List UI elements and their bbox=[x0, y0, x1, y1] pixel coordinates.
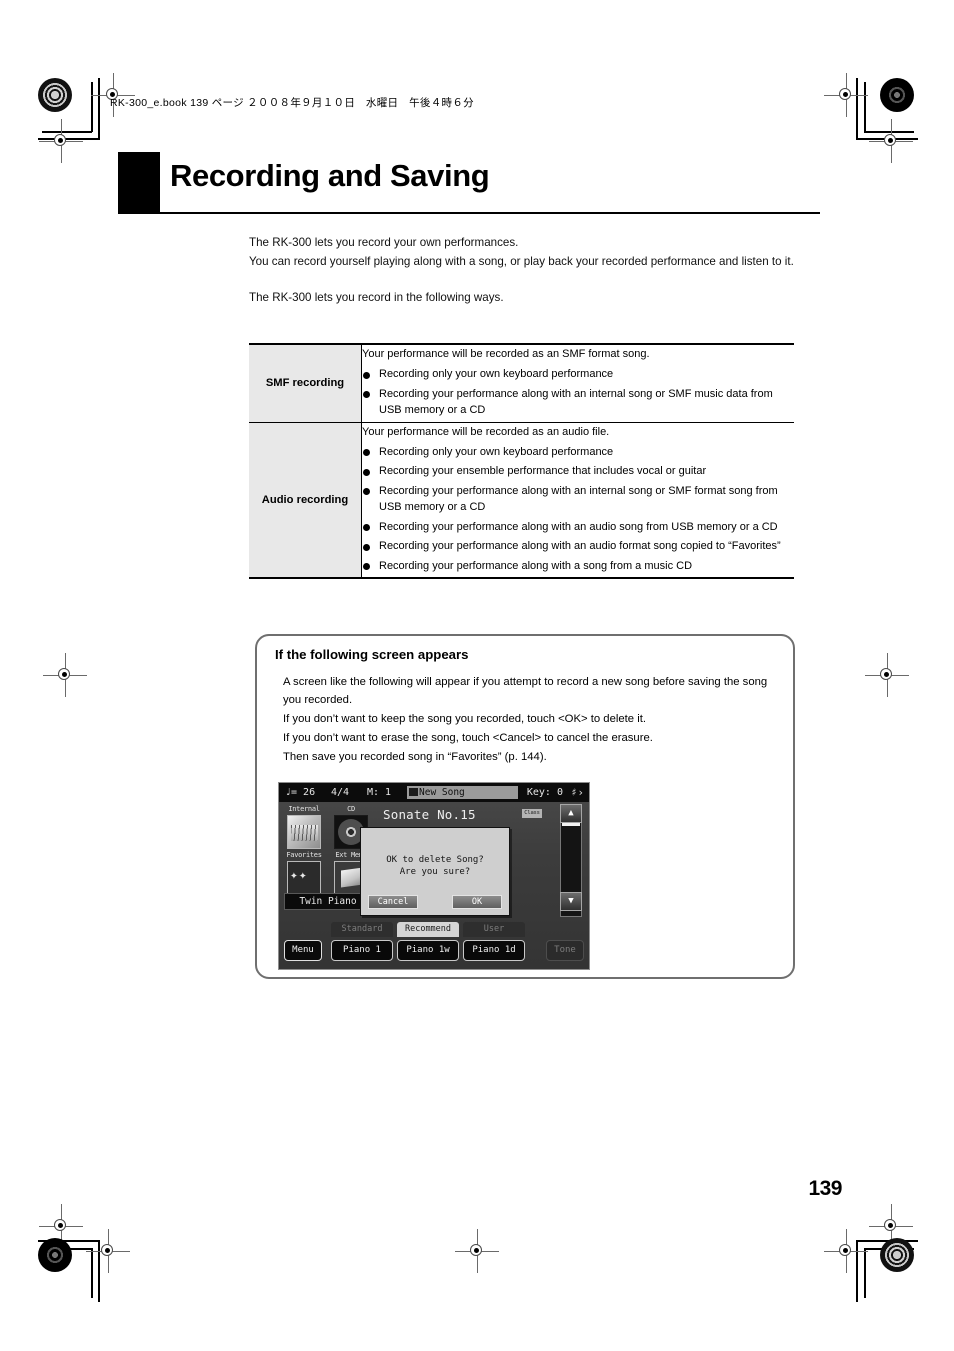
tempo-readout: ♩= 26 bbox=[285, 787, 316, 798]
scroll-down-icon[interactable]: ▼ bbox=[560, 892, 582, 911]
source-label: Favorites bbox=[286, 851, 322, 859]
internal-piano-icon bbox=[287, 815, 321, 849]
registration-mark-mid-left bbox=[43, 653, 87, 697]
tone-button-2[interactable]: Piano 1w bbox=[397, 940, 459, 961]
confirm-delete-dialog: OK to delete Song? Are you sure? Cancel … bbox=[360, 827, 510, 916]
intro-spacer bbox=[249, 271, 794, 289]
registration-mark-mid-right bbox=[865, 653, 909, 697]
key-readout: Key: 0 bbox=[526, 787, 563, 798]
tab-standard[interactable]: Standard bbox=[331, 922, 393, 937]
registration-mark-upper-left bbox=[39, 119, 83, 163]
lcd-status-bar: ♩= 26 4/4 M: 1 New Song Key: 0 ♯› bbox=[279, 783, 589, 802]
table-row: Audio recording Your performance will be… bbox=[249, 421, 794, 578]
list-item: Recording your performance along with an… bbox=[362, 538, 794, 555]
chapter-divider bbox=[160, 212, 820, 214]
song-name-text: New Song bbox=[419, 787, 465, 798]
favorites-sparkle-icon bbox=[287, 861, 321, 895]
registration-mark-upper-right bbox=[869, 119, 913, 163]
tone-button-1[interactable]: Piano 1 bbox=[331, 940, 393, 961]
crop-corner-bottom-left bbox=[38, 1222, 118, 1302]
print-target-top-left bbox=[38, 78, 72, 112]
registration-mark-bottom-center bbox=[455, 1229, 499, 1273]
print-file-stamp: RK-300_e.book 139 ページ ２００８年９月１０日 水曜日 午後４… bbox=[110, 97, 474, 109]
table-row-body: Your performance will be recorded as an … bbox=[362, 344, 795, 422]
registration-mark-top-right bbox=[824, 73, 868, 117]
source-favorites[interactable]: Favorites bbox=[284, 851, 324, 895]
dialog-message-line-2: Are you sure? bbox=[399, 867, 471, 877]
row-lead-text: Your performance will be recorded as an … bbox=[362, 425, 610, 438]
registration-mark-bottom-left bbox=[86, 1229, 130, 1273]
recording-modes-table: SMF recording Your performance will be r… bbox=[249, 343, 794, 579]
ok-button[interactable]: OK bbox=[452, 895, 502, 909]
list-item: Recording your performance along with an… bbox=[362, 483, 794, 516]
list-item: Recording only your own keyboard perform… bbox=[362, 366, 794, 383]
note-paragraph: A screen like the following will appear … bbox=[283, 676, 768, 706]
crop-corner-top-right bbox=[838, 78, 918, 158]
intro-text: The RK-300 lets you record your own perf… bbox=[249, 234, 794, 308]
source-internal[interactable]: Internal bbox=[284, 805, 324, 849]
row-lead-text: Your performance will be recorded as an … bbox=[362, 348, 650, 360]
list-item: Recording your ensemble performance that… bbox=[362, 463, 794, 480]
cancel-button[interactable]: Cancel bbox=[368, 895, 418, 909]
dialog-message: OK to delete Song? Are you sure? bbox=[361, 854, 509, 878]
row-bullet-list: Recording only your own keyboard perform… bbox=[362, 366, 794, 419]
registration-mark-bottom-right bbox=[824, 1229, 868, 1273]
source-label: Internal bbox=[288, 805, 320, 813]
list-item: Recording your performance along with an… bbox=[362, 386, 794, 419]
row-bullet-list: Recording only your own keyboard perform… bbox=[362, 444, 794, 575]
note-paragraph: If you don’t want to erase the song, tou… bbox=[283, 732, 653, 744]
print-target-bottom-left bbox=[38, 1238, 72, 1272]
lcd-screen-illustration: ♩= 26 4/4 M: 1 New Song Key: 0 ♯› Intern… bbox=[278, 782, 590, 970]
chapter-accent-bar bbox=[118, 152, 160, 214]
tab-recommend[interactable]: Recommend bbox=[397, 922, 459, 937]
song-name-field[interactable]: New Song bbox=[407, 786, 518, 799]
print-target-top-right bbox=[880, 78, 914, 112]
crop-corner-bottom-right bbox=[838, 1222, 918, 1302]
twin-piano-button[interactable]: Twin Piano bbox=[284, 893, 372, 910]
note-paragraph: If you don’t want to keep the song you r… bbox=[283, 713, 646, 725]
tone-category-tabs: Standard Recommend User bbox=[331, 922, 525, 937]
intro-line-3: The RK-300 lets you record in the follow… bbox=[249, 291, 504, 304]
table-row-label: SMF recording bbox=[249, 344, 362, 422]
list-item: Recording only your own keyboard perform… bbox=[362, 444, 794, 461]
crop-corner-top-left bbox=[38, 78, 118, 158]
note-body: A screen like the following will appear … bbox=[283, 673, 783, 767]
measure-readout: M: 1 bbox=[367, 787, 392, 798]
page-title: Recording and Saving bbox=[170, 158, 490, 193]
scroll-up-icon[interactable]: ▲ bbox=[560, 804, 582, 823]
tone-indicator: Tone bbox=[546, 940, 584, 961]
tone-button-3[interactable]: Piano 1d bbox=[463, 940, 525, 961]
table-row-body: Your performance will be recorded as an … bbox=[361, 421, 794, 578]
table-row-label: Audio recording bbox=[249, 421, 362, 578]
intro-line-1: The RK-300 lets you record your own perf… bbox=[249, 236, 519, 249]
time-signature-readout: 4/4 bbox=[331, 787, 350, 798]
note-title: If the following screen appears bbox=[275, 647, 469, 662]
list-item: Recording your performance along with a … bbox=[362, 558, 794, 575]
song-icon bbox=[409, 788, 418, 796]
note-paragraph: Then save you recorded song in “Favorite… bbox=[283, 751, 547, 763]
tab-user[interactable]: User bbox=[463, 922, 525, 937]
intro-line-2: You can record yourself playing along wi… bbox=[249, 254, 794, 268]
dialog-message-line-1: OK to delete Song? bbox=[386, 855, 484, 865]
registration-mark-lower-right bbox=[869, 1204, 913, 1248]
transpose-icon[interactable]: ♯› bbox=[571, 785, 584, 800]
registration-mark-lower-left bbox=[39, 1204, 83, 1248]
list-item: Recording your performance along with an… bbox=[362, 519, 794, 536]
source-label: CD bbox=[347, 805, 355, 813]
page-number: 139 bbox=[808, 1177, 842, 1200]
song-list-title[interactable]: Sonate No.15 bbox=[383, 807, 476, 822]
status-badge: Class bbox=[522, 809, 542, 818]
table-row: SMF recording Your performance will be r… bbox=[249, 344, 794, 422]
print-target-bottom-right bbox=[880, 1238, 914, 1272]
menu-button[interactable]: Menu bbox=[284, 940, 322, 961]
note-callout-box: If the following screen appears A screen… bbox=[255, 634, 795, 979]
